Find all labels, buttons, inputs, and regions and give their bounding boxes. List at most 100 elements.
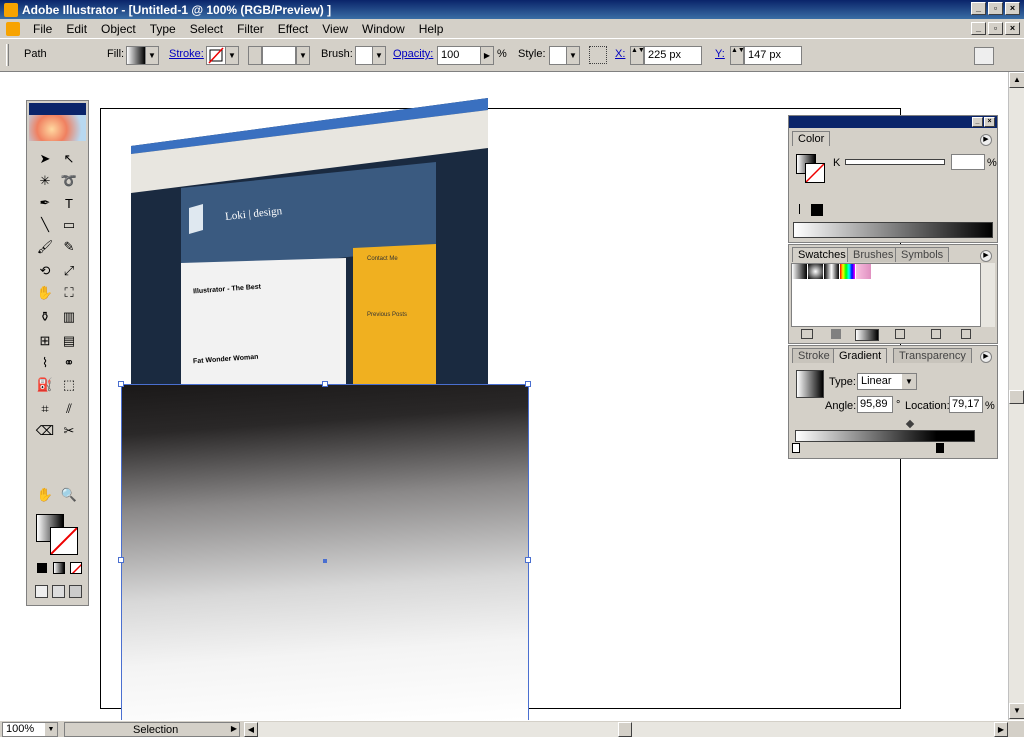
none-mode-button[interactable] — [70, 562, 82, 574]
paintbrush-icon[interactable]: 🖌 — [35, 237, 55, 257]
scroll-right-button[interactable]: ▶ — [994, 722, 1008, 737]
angle-input[interactable]: 95,89 — [857, 396, 893, 413]
x-stepper[interactable]: ▲▼ — [630, 46, 645, 65]
color-panel-close[interactable]: × — [984, 117, 995, 127]
menu-help[interactable]: Help — [412, 22, 451, 36]
gradient-panel-menu[interactable]: ▶ — [980, 351, 992, 363]
gradient-slider[interactable] — [795, 430, 975, 442]
scroll-left-button[interactable]: ◀ — [244, 722, 258, 737]
doc-minimize-button[interactable]: _ — [971, 22, 986, 35]
tab-stroke[interactable]: Stroke — [792, 348, 836, 363]
menu-file[interactable]: File — [26, 22, 59, 36]
swatch-libraries-icon[interactable] — [801, 329, 813, 339]
full-screen-mode-button[interactable] — [69, 585, 82, 598]
standard-screen-mode-button[interactable] — [35, 585, 48, 598]
fill-dropdown[interactable]: ▼ — [145, 46, 159, 65]
opacity-input[interactable]: 100 — [437, 46, 481, 65]
x-input[interactable]: 225 px — [644, 46, 702, 65]
swatches-list[interactable] — [791, 263, 981, 327]
handle-top-right[interactable] — [525, 381, 531, 387]
stroke-dropdown[interactable]: ▼ — [225, 46, 239, 65]
pencil-icon[interactable]: ✎ — [59, 237, 79, 257]
vertical-scroll-thumb[interactable] — [1009, 390, 1024, 404]
scroll-down-button[interactable]: ▼ — [1009, 703, 1024, 719]
k-slider[interactable] — [845, 159, 945, 165]
selection-tool-icon[interactable]: ➤ — [35, 149, 55, 169]
scale-tool-icon[interactable]: ⤢ — [59, 261, 79, 281]
magic-wand-icon[interactable]: ✳ — [35, 171, 55, 191]
vertical-scrollbar[interactable]: ▲ ▼ — [1008, 72, 1024, 720]
color-panel-menu[interactable]: ▶ — [980, 134, 992, 146]
gradient-rectangle[interactable] — [121, 384, 529, 720]
delete-swatch-icon[interactable] — [961, 329, 971, 339]
graph-tool-icon[interactable]: ▥ — [59, 307, 79, 327]
handle-middle-right[interactable] — [525, 557, 531, 563]
color-ramp[interactable] — [793, 222, 993, 238]
lasso-icon[interactable]: ➰ — [59, 171, 79, 191]
hand-tool-icon[interactable]: ✋ — [35, 485, 55, 505]
zoom-dropdown-icon[interactable]: ▼ — [45, 723, 57, 736]
style-swatch[interactable] — [549, 46, 567, 65]
toolbox-titlebar[interactable] — [29, 103, 86, 115]
swatch-rainbow[interactable] — [840, 264, 855, 279]
tab-symbols[interactable]: Symbols — [895, 247, 950, 262]
reference-point-icon[interactable] — [589, 46, 607, 64]
show-color-swatches-icon[interactable] — [831, 329, 841, 339]
menu-select[interactable]: Select — [183, 22, 230, 36]
tab-transparency[interactable]: Transparency — [893, 348, 972, 363]
opacity-label[interactable]: Opacity: — [393, 48, 433, 60]
free-transform-icon[interactable]: ⛶ — [59, 283, 79, 303]
tab-swatches[interactable]: Swatches — [792, 247, 852, 262]
style-dropdown[interactable]: ▼ — [566, 46, 580, 65]
full-screen-menu-mode-button[interactable] — [52, 585, 65, 598]
y-stepper[interactable]: ▲▼ — [730, 46, 745, 65]
color-stroke-proxy[interactable] — [805, 163, 825, 183]
slice-tool-icon[interactable]: ⫽ — [59, 399, 79, 419]
gradient-stop-black[interactable] — [936, 443, 944, 453]
stroke-swatch[interactable] — [206, 46, 226, 65]
live-paint-icon[interactable]: ⛽ — [35, 375, 55, 395]
swatch-gradient-1[interactable] — [792, 264, 807, 279]
handle-middle-left[interactable] — [118, 557, 124, 563]
location-input[interactable]: 79,17 — [949, 396, 983, 413]
menu-object[interactable]: Object — [94, 22, 143, 36]
menu-window[interactable]: Window — [355, 22, 412, 36]
swatches-panel-menu[interactable]: ▶ — [980, 250, 992, 262]
direct-selection-tool-icon[interactable]: ↖ — [59, 149, 79, 169]
gradient-midpoint-diamond[interactable] — [905, 419, 915, 429]
tab-brushes[interactable]: Brushes — [847, 247, 900, 262]
crop-area-icon[interactable]: ⌗ — [35, 399, 55, 419]
scroll-up-button[interactable]: ▲ — [1009, 72, 1024, 88]
doc-restore-button[interactable]: ▫ — [988, 22, 1003, 35]
eyedropper-icon[interactable]: ⌇ — [35, 353, 55, 373]
close-button[interactable]: × — [1005, 2, 1020, 15]
tab-color[interactable]: Color — [792, 131, 831, 146]
grip-handle[interactable] — [6, 44, 9, 66]
menu-effect[interactable]: Effect — [271, 22, 315, 36]
horizontal-scrollbar[interactable]: ◀ ▶ — [244, 722, 1008, 737]
gradient-type-select[interactable]: Linear ▼ — [857, 373, 917, 390]
line-tool-icon[interactable]: ╲ — [35, 215, 55, 235]
brush-swatch[interactable] — [355, 46, 373, 65]
warp-tool-icon[interactable]: ✋ — [35, 283, 55, 303]
menu-view[interactable]: View — [315, 22, 355, 36]
horizontal-scroll-thumb[interactable] — [618, 722, 632, 737]
stroke-weight-dropdown[interactable]: ▼ — [296, 46, 310, 65]
status-field[interactable]: Selection ▶ — [64, 722, 240, 737]
eraser-icon[interactable]: ⌫ — [35, 421, 55, 441]
rotate-tool-icon[interactable]: ⟲ — [35, 261, 55, 281]
k-value-input[interactable] — [951, 154, 985, 170]
black-swatch[interactable] — [811, 204, 823, 216]
color-panel-minimize[interactable]: _ — [972, 117, 983, 127]
swatches-scrollbar[interactable] — [981, 263, 995, 327]
swatch-pink[interactable] — [856, 264, 871, 279]
x-label[interactable]: X: — [615, 48, 625, 60]
live-paint-selection-icon[interactable]: ⬚ — [59, 375, 79, 395]
brush-dropdown[interactable]: ▼ — [372, 46, 386, 65]
menu-filter[interactable]: Filter — [230, 22, 271, 36]
stroke-label[interactable]: Stroke: — [169, 48, 204, 60]
fill-swatch[interactable] — [126, 46, 146, 65]
show-pattern-swatches-icon[interactable] — [895, 329, 905, 339]
chevron-down-icon[interactable]: ▼ — [902, 374, 916, 389]
stroke-color-box[interactable] — [50, 527, 78, 555]
